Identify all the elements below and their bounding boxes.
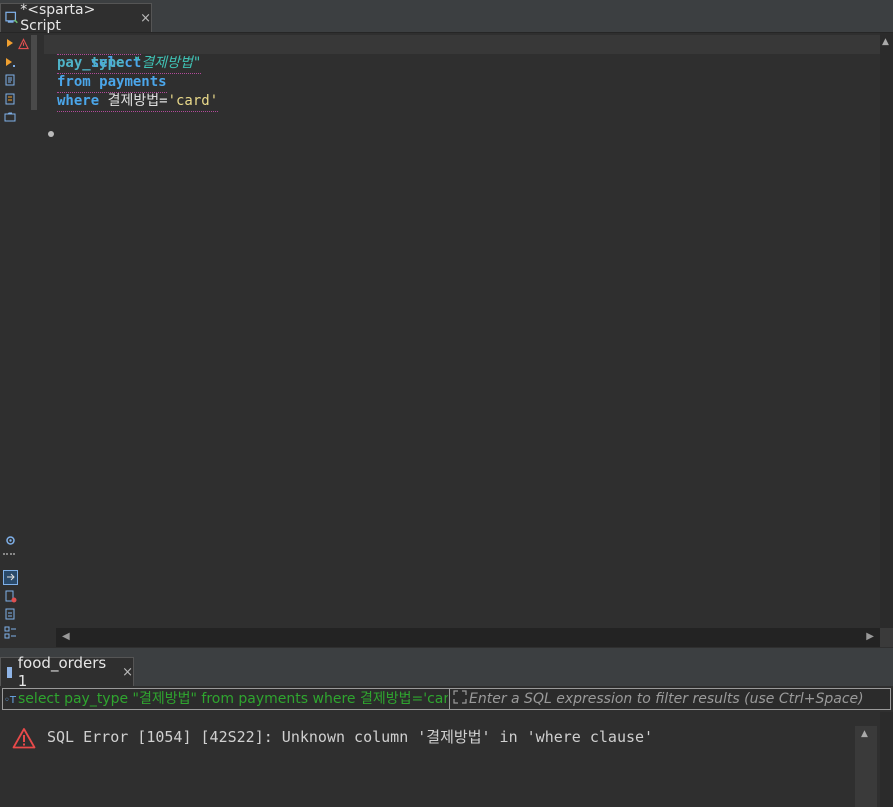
sql-script-icon	[5, 11, 18, 24]
editor-vertical-scrollbar[interactable]: ▲	[880, 33, 893, 628]
variables-icon[interactable]	[4, 626, 17, 639]
results-tab-icon	[7, 666, 12, 678]
code-line-3[interactable]: from payments	[57, 73, 167, 93]
panel-splitter[interactable]	[0, 648, 893, 656]
filter-divider	[449, 689, 450, 709]
close-results-tab-icon[interactable]: ×	[122, 665, 133, 680]
keyword-where: where	[57, 93, 100, 109]
separator	[3, 553, 15, 555]
scroll-left-icon[interactable]: ◀	[62, 631, 70, 642]
sql-query-icon: ◦T	[4, 695, 17, 706]
tab-title: *<sparta> Script	[20, 2, 96, 34]
scrollbar-corner	[880, 628, 893, 647]
open-folder-icon[interactable]	[4, 111, 16, 123]
keyword-from: from	[57, 74, 91, 90]
fold-marker	[31, 35, 37, 110]
execute-new-tab-icon[interactable]	[4, 56, 16, 68]
filter-expression-input[interactable]	[469, 689, 887, 709]
where-column: 결제방법	[107, 93, 160, 109]
error-scrollbar[interactable]: ▲	[855, 726, 877, 807]
column-alias: "결제방법"	[132, 55, 202, 71]
warning-marker-icon	[18, 38, 29, 50]
tab-script[interactable]: *<sparta> Script ×	[0, 2, 152, 34]
explain-plan-icon[interactable]	[4, 93, 16, 105]
code-line-4[interactable]: where 결제방법='card'	[57, 92, 219, 112]
editor-toolbar	[0, 33, 29, 648]
scroll-right-icon[interactable]: ▶	[866, 631, 874, 642]
execution-log-icon[interactable]	[4, 608, 17, 621]
results-panel-icon[interactable]	[3, 570, 18, 585]
column-name: pay_type	[57, 55, 125, 71]
query-text-value: select pay_type "결제방법" from payments whe…	[18, 691, 448, 707]
execute-script-icon[interactable]	[4, 74, 16, 86]
error-panel: SQL Error [1054] [42S22]: Unknown column…	[0, 712, 893, 807]
operator: =	[159, 93, 168, 109]
scroll-up-icon[interactable]: ▲	[861, 729, 868, 739]
editor-tab-bar: *<sparta> Script ×	[0, 0, 893, 34]
tab-food-orders[interactable]: food_orders 1 ×	[0, 654, 134, 690]
code-line-1[interactable]: select	[57, 35, 142, 71]
scroll-up-icon[interactable]: ▲	[882, 37, 889, 47]
error-message: SQL Error [1054] [42S22]: Unknown column…	[47, 728, 654, 746]
code-line-2[interactable]: pay_type "결제방법"	[57, 54, 202, 74]
results-tab-title: food_orders 1	[17, 654, 107, 690]
settings-gear-icon[interactable]	[4, 534, 17, 547]
output-error-icon[interactable]	[4, 590, 17, 603]
warning-triangle-icon	[12, 728, 36, 749]
close-tab-icon[interactable]: ×	[140, 11, 151, 26]
line-marker-icon	[48, 131, 54, 137]
results-tab-bar: food_orders 1 ×	[0, 654, 893, 690]
right-edge-strip	[880, 712, 893, 807]
results-filter-bar: ◦T select pay_type "결제방법" from payments w…	[2, 688, 891, 710]
editor-horizontal-scrollbar[interactable]: ◀ ▶	[56, 628, 880, 647]
sql-editor[interactable]: select pay_type "결제방법" from payments whe…	[44, 33, 880, 628]
current-line-highlight	[44, 35, 880, 54]
string-literal: 'card'	[167, 93, 219, 109]
table-name: payments	[99, 74, 167, 90]
query-text: ◦T select pay_type "결제방법" from payments w…	[4, 689, 448, 709]
execute-statement-icon[interactable]	[4, 37, 16, 49]
expand-filter-icon[interactable]	[453, 690, 467, 704]
